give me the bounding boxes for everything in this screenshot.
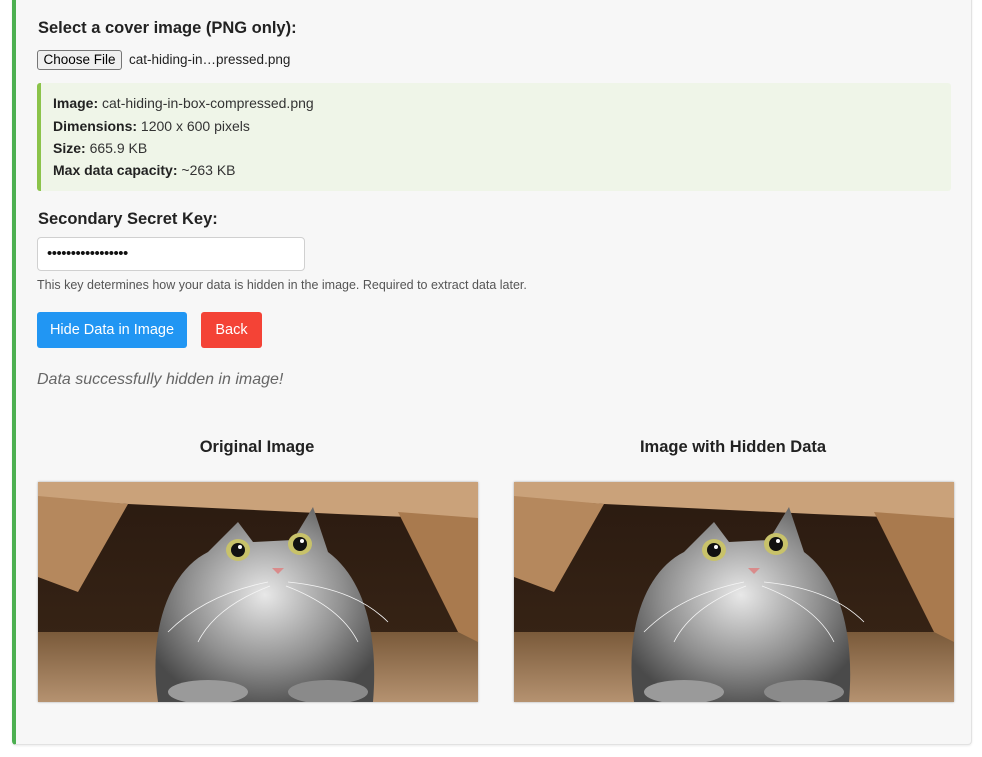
secret-key-heading: Secondary Secret Key: [38, 210, 218, 228]
selected-file-name: cat-hiding-in…pressed.png [129, 52, 291, 67]
info-size-value: 665.9 KB [89, 140, 148, 156]
secret-key-help: This key determines how your data is hid… [37, 278, 527, 292]
info-dimensions-value: 1200 x 600 pixels [140, 118, 250, 134]
info-dimensions-line: Dimensions: 1200 x 600 pixels [53, 118, 250, 134]
info-image-value: cat-hiding-in-box-compressed.png [102, 95, 314, 111]
status-message: Data successfully hidden in image! [37, 371, 284, 388]
cat-photo-original [38, 482, 478, 702]
info-size-label: Size: [53, 140, 86, 156]
image-info-box: Image: cat-hiding-in-box-compressed.png … [37, 83, 951, 191]
hidden-data-image [514, 482, 954, 702]
info-capacity-label: Max data capacity: [53, 162, 178, 178]
cover-image-heading: Select a cover image (PNG only): [38, 19, 297, 37]
info-dimensions-label: Dimensions: [53, 118, 138, 134]
original-image [38, 482, 478, 702]
choose-file-button[interactable]: Choose File [37, 50, 122, 70]
secret-key-input[interactable]: ••••••••••••••••• [37, 237, 305, 271]
info-size-line: Size: 665.9 KB [53, 140, 147, 156]
hidden-image-title: Image with Hidden Data [639, 438, 827, 456]
original-image-title: Original Image [199, 438, 315, 456]
info-image-line: Image: cat-hiding-in-box-compressed.png [53, 95, 314, 111]
cat-photo-hidden [514, 482, 954, 702]
hide-data-button[interactable]: Hide Data in Image [37, 312, 187, 348]
back-button[interactable]: Back [201, 312, 262, 348]
info-image-label: Image: [53, 95, 99, 111]
info-capacity-value: ~263 KB [181, 162, 236, 178]
info-capacity-line: Max data capacity: ~263 KB [53, 162, 236, 178]
